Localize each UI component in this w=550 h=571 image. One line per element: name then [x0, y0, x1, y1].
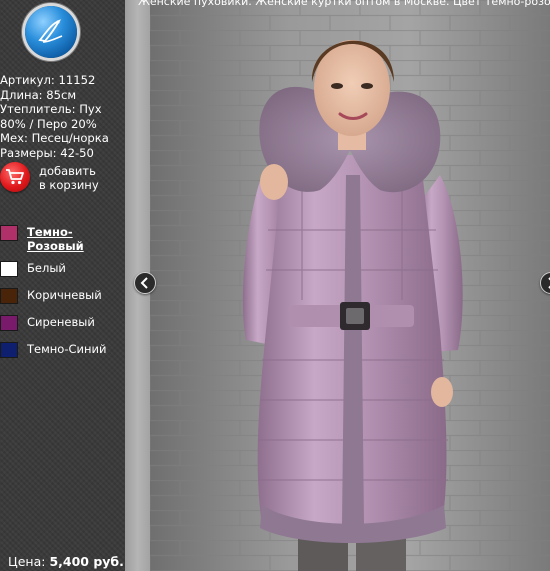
shopping-cart-icon[interactable]	[0, 162, 30, 192]
previous-image-button[interactable]	[134, 272, 156, 294]
product-photo	[150, 0, 550, 571]
product-specs: Артикул: 11152 Длина: 85см Утеплитель: П…	[0, 73, 125, 161]
color-option-white[interactable]: Белый	[0, 260, 125, 277]
fur-text: Мех: Песец/норка	[0, 131, 109, 146]
brand-logo-icon[interactable]	[25, 6, 77, 58]
color-option-lilac[interactable]: Сиреневый	[0, 314, 125, 331]
price-value: 5,400 руб.	[49, 554, 124, 569]
insulation-text-2: 80% / Перо 20%	[0, 116, 97, 131]
page-caption: Женские пуховики. Женские куртки оптом в…	[138, 0, 550, 8]
next-image-button[interactable]	[540, 272, 550, 294]
add-to-cart-line1[interactable]: добавить	[39, 164, 99, 178]
sizes-text: Размеры: 42-50	[0, 145, 94, 160]
color-swatch[interactable]	[0, 261, 18, 277]
insulation-text-1: Утеплитель: Пух	[0, 102, 102, 117]
price: Цена: 5,400 руб.	[8, 554, 124, 569]
add-to-cart-label[interactable]: добавить в корзину	[39, 164, 99, 192]
color-swatch[interactable]	[0, 315, 18, 331]
color-swatch[interactable]	[0, 288, 18, 304]
article-text: Артикул: 11152	[0, 73, 96, 87]
color-swatch[interactable]	[0, 225, 18, 241]
color-option-dark-blue[interactable]: Темно-Синий	[0, 341, 125, 358]
add-to-cart-button[interactable]: добавить в корзину	[0, 162, 125, 196]
color-label[interactable]: Белый	[27, 261, 66, 275]
color-label[interactable]: Коричневый	[27, 288, 102, 302]
chevron-left-icon[interactable]	[135, 273, 155, 293]
color-swatch[interactable]	[0, 342, 18, 358]
color-option-brown[interactable]: Коричневый	[0, 287, 125, 304]
add-to-cart-line2[interactable]: в корзину	[39, 178, 99, 192]
product-sidebar: Артикул: 11152 Длина: 85см Утеплитель: П…	[0, 0, 125, 571]
product-photo-illustration	[150, 0, 550, 571]
price-label: Цена:	[8, 554, 46, 569]
color-label[interactable]: Сиреневый	[27, 315, 95, 329]
length-text: Длина: 85см	[0, 87, 77, 102]
color-label[interactable]: Темно-Розовый	[27, 225, 122, 253]
chevron-right-icon[interactable]	[541, 273, 550, 293]
color-label[interactable]: Темно-Синий	[27, 342, 106, 356]
color-option-dark-pink[interactable]: Темно-Розовый	[0, 224, 125, 253]
